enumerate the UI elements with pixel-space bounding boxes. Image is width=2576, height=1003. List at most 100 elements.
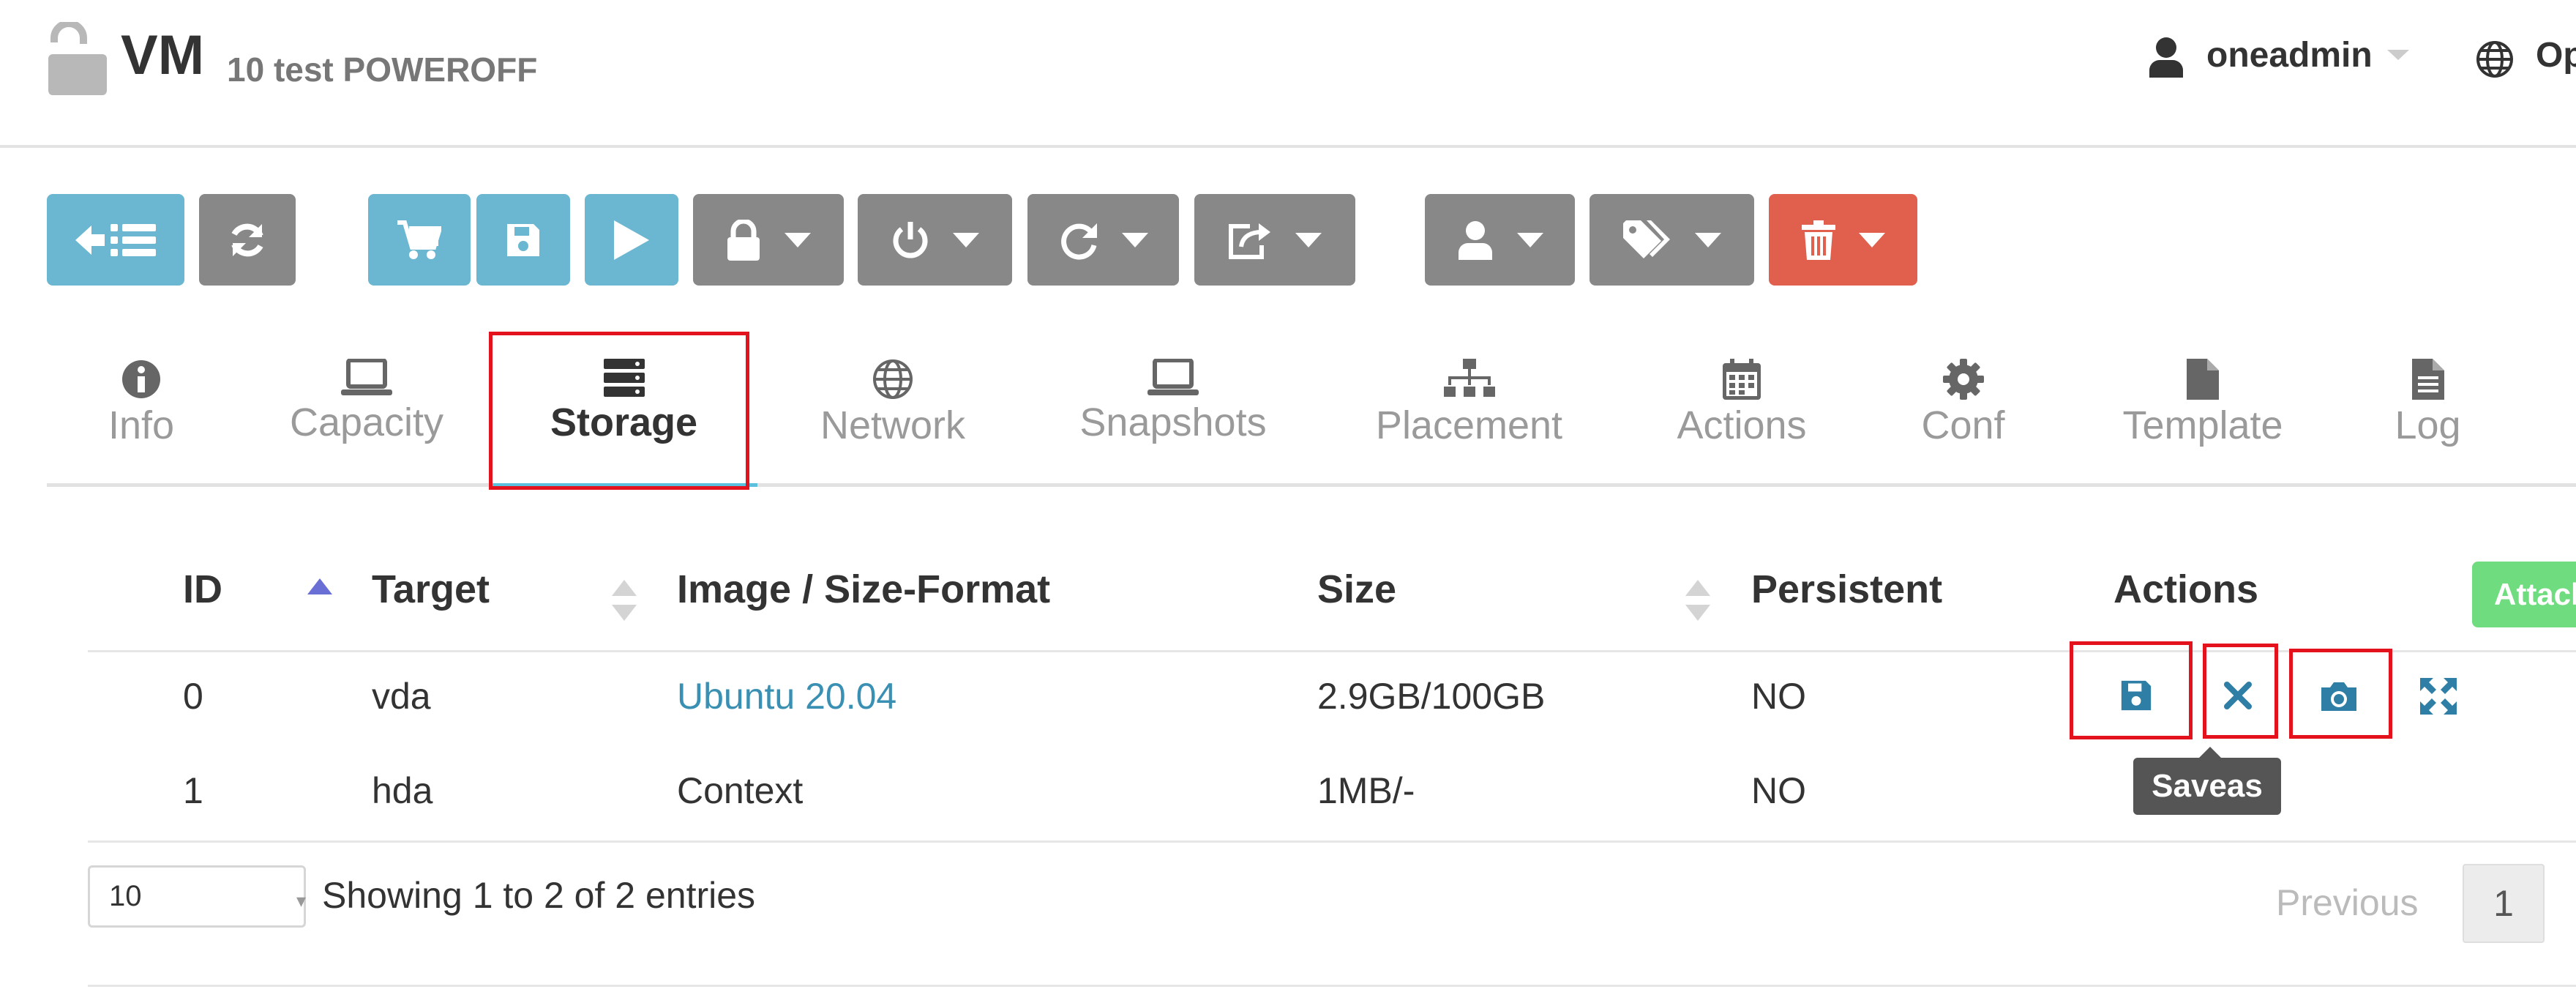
save-icon (506, 223, 541, 258)
previous-page-button[interactable]: Previous (2276, 884, 2419, 921)
caret-down-icon (1516, 232, 1543, 247)
reboot-icon (1059, 220, 1098, 260)
laptop-icon (1147, 359, 1199, 397)
info-icon (121, 359, 162, 400)
cell-persistent: NO (1751, 770, 1806, 811)
log-file-icon (2411, 359, 2444, 400)
cell-size: 1MB/- (1317, 770, 1415, 811)
ownership-dropdown-button[interactable] (1425, 194, 1575, 286)
power-icon (891, 220, 929, 260)
sort-both-icon[interactable] (1685, 578, 1710, 622)
labels-dropdown-button[interactable] (1590, 194, 1754, 286)
tags-icon (1622, 220, 1671, 260)
user-icon (1457, 220, 1494, 260)
language-menu[interactable]: Op (2536, 38, 2576, 73)
power-dropdown-button[interactable] (858, 194, 1012, 286)
caret-down-icon (1858, 232, 1885, 247)
chevron-down-icon[interactable] (2387, 50, 2409, 61)
migrate-dropdown-button[interactable] (1194, 194, 1355, 286)
tab-label: Actions (1677, 403, 1807, 447)
back-to-list-icon (75, 220, 156, 261)
page-number-button[interactable]: 1 (2463, 864, 2545, 943)
tab-info[interactable]: Info (83, 359, 200, 461)
play-icon (614, 220, 649, 260)
caret-down-icon (785, 232, 811, 247)
tab-label: Conf (1921, 403, 2005, 447)
lock-icon (726, 219, 761, 261)
caret-down-icon (1694, 232, 1721, 247)
resume-button[interactable] (585, 194, 678, 286)
deploy-button[interactable] (368, 194, 471, 286)
tabs-divider (47, 483, 2576, 487)
tab-label: Template (2122, 403, 2283, 447)
tooltip-arrow (2198, 747, 2222, 758)
attach-disk-button[interactable]: Attach (2472, 562, 2576, 627)
cell-id: 1 (183, 770, 203, 811)
cell-image-link[interactable]: Ubuntu 20.04 (677, 678, 896, 715)
column-header-target[interactable]: Target (372, 570, 490, 609)
caret-down-icon (1121, 232, 1148, 247)
save-button[interactable] (476, 194, 570, 286)
column-header-persistent[interactable]: Persistent (1751, 570, 1942, 609)
cell-id: 0 (183, 676, 203, 717)
tab-label: Info (108, 403, 175, 447)
cell-image: Context (677, 770, 804, 811)
trash-icon (1801, 220, 1835, 260)
sort-both-icon[interactable] (612, 578, 637, 622)
tab-network[interactable]: Network (805, 359, 981, 461)
unlock-icon[interactable] (45, 22, 110, 95)
column-header-actions: Actions (2113, 567, 2259, 611)
refresh-icon (227, 220, 268, 261)
highlight-box-snapshot (2289, 649, 2392, 739)
caret-down-icon (1295, 232, 1322, 247)
chevron-down-icon[interactable]: ▾ (296, 890, 306, 912)
reboot-dropdown-button[interactable] (1027, 194, 1179, 286)
table-footer-divider (88, 840, 2576, 843)
column-header-size[interactable]: Size (1317, 570, 1396, 609)
sort-asc-icon[interactable] (307, 578, 332, 594)
share-icon (1228, 220, 1272, 260)
header-divider (0, 145, 2576, 148)
user-icon[interactable] (2148, 37, 2184, 78)
lock-dropdown-button[interactable] (693, 194, 844, 286)
globe-icon[interactable] (2476, 40, 2514, 78)
highlight-box-saveas (2070, 641, 2193, 739)
gear-icon (1942, 359, 1984, 400)
bottom-divider (88, 985, 2576, 987)
tab-conf[interactable]: Conf (1903, 359, 2023, 461)
back-to-list-button[interactable] (47, 194, 184, 286)
tab-label: Capacity (289, 400, 444, 444)
tab-placement[interactable]: Placement (1368, 359, 1570, 461)
tab-snapshots[interactable]: Snapshots (1070, 359, 1276, 461)
tab-label: Snapshots (1079, 400, 1267, 444)
highlight-box-storage-tab (489, 332, 749, 490)
tab-label: Log (2395, 403, 2461, 447)
tab-log[interactable]: Log (2386, 359, 2470, 461)
caret-down-icon (952, 232, 979, 247)
entries-info: Showing 1 to 2 of 2 entries (322, 875, 756, 916)
page-title: VM (121, 24, 204, 86)
resize-expand-icon[interactable] (2420, 678, 2457, 715)
cell-target: hda (372, 770, 433, 811)
sitemap-icon (1443, 359, 1495, 400)
file-icon (2187, 359, 2219, 400)
vm-name-state: 10 test POWEROFF (227, 51, 538, 89)
laptop-icon (341, 359, 392, 397)
cell-size: 2.9GB/100GB (1317, 676, 1546, 717)
cart-icon (397, 220, 441, 261)
user-menu[interactable]: oneadmin (2206, 38, 2373, 73)
cell-persistent: NO (1751, 676, 1806, 717)
delete-dropdown-button[interactable] (1769, 194, 1917, 286)
tab-capacity[interactable]: Capacity (284, 359, 449, 461)
column-header-image[interactable]: Image / Size-Format (677, 570, 1050, 609)
refresh-button[interactable] (199, 194, 296, 286)
saveas-tooltip: Saveas (2133, 758, 2281, 815)
tab-template[interactable]: Template (2108, 359, 2298, 461)
calendar-icon (1723, 359, 1761, 400)
tab-label: Placement (1375, 403, 1563, 447)
tab-actions[interactable]: Actions (1658, 359, 1826, 461)
column-header-id[interactable]: ID (183, 570, 222, 609)
page-length-select[interactable]: 10 (88, 865, 306, 928)
globe-icon (872, 359, 913, 400)
cell-target: vda (372, 676, 431, 717)
